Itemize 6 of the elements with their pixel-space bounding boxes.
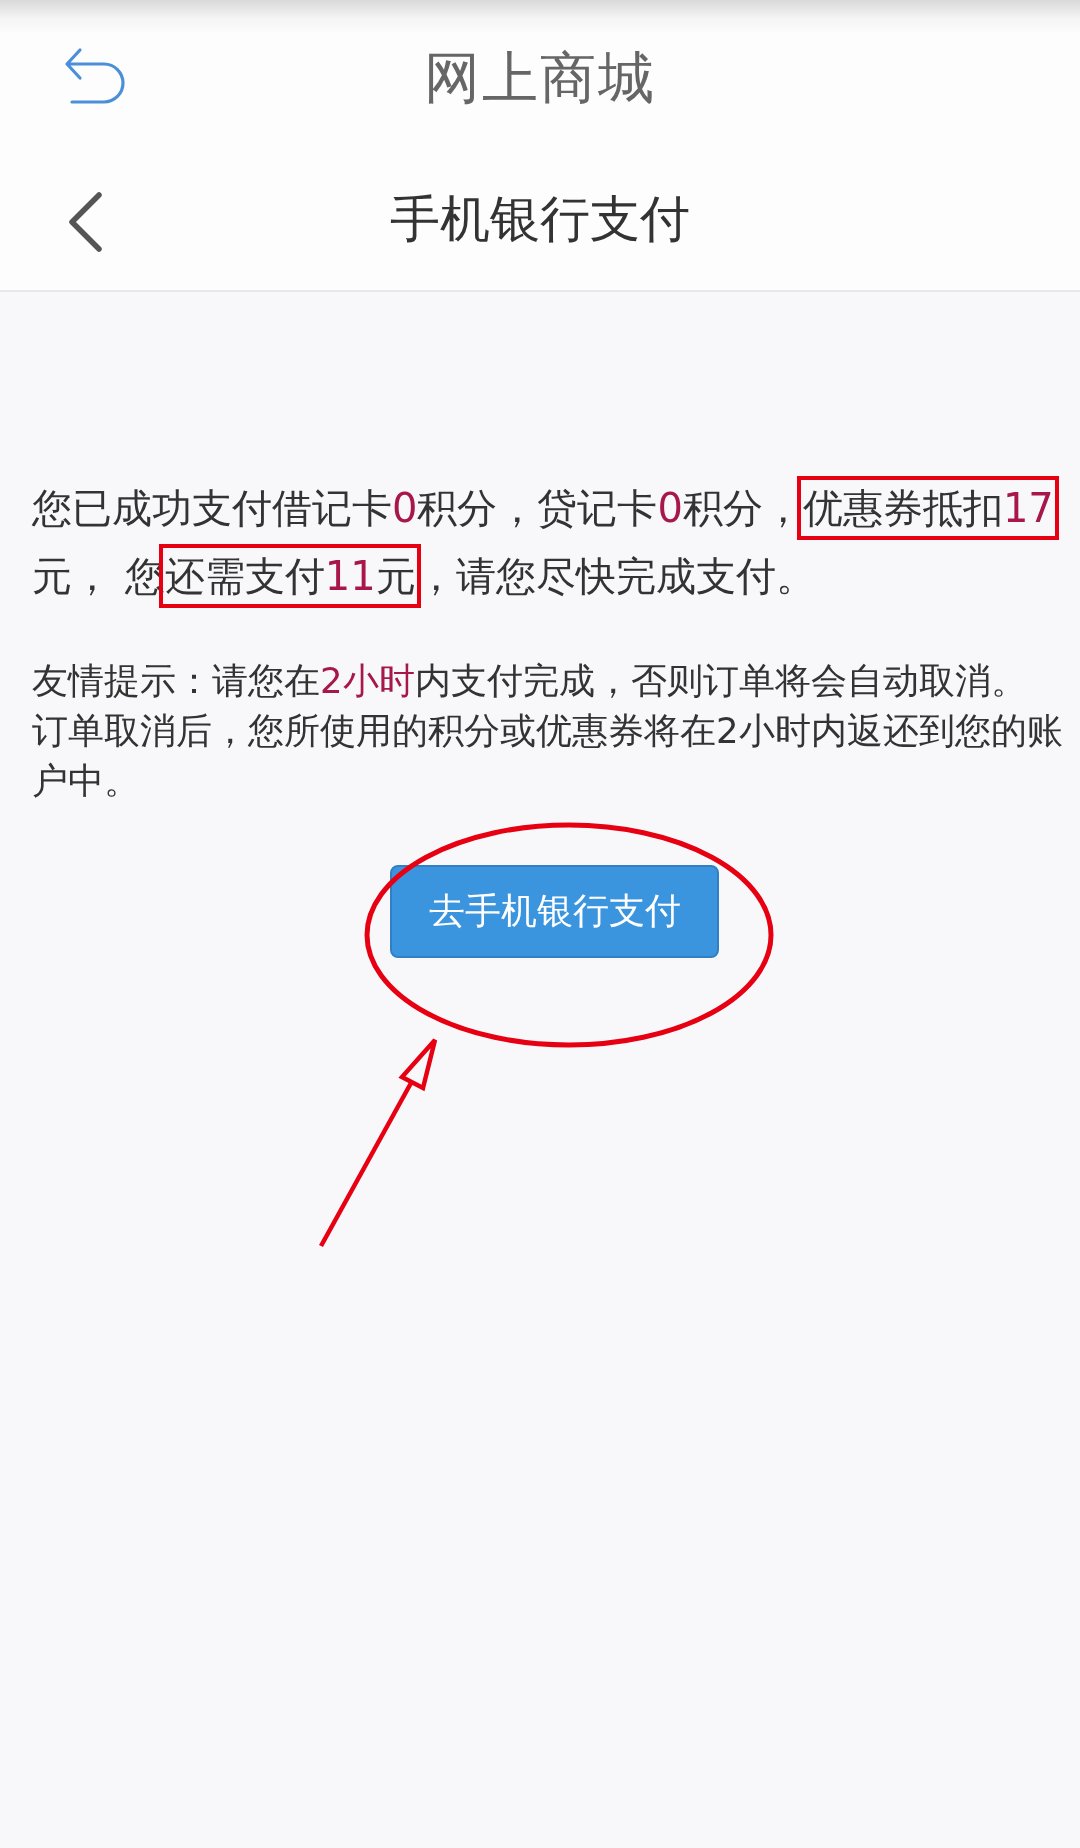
tip-text: 友情提示：请您在2小时内支付完成，否则订单将会自动取消。: [32, 659, 1028, 703]
app-title: 网上商城: [424, 50, 656, 106]
bank-pay-button[interactable]: 去手机银行支付: [390, 865, 719, 958]
tip-text: 订单取消后，您所使用的积分或优惠券将在2小时内返还到您的账户中。: [32, 709, 1064, 803]
chevron-left-icon[interactable]: [66, 191, 104, 253]
page-title: 手机银行支付: [390, 194, 690, 244]
